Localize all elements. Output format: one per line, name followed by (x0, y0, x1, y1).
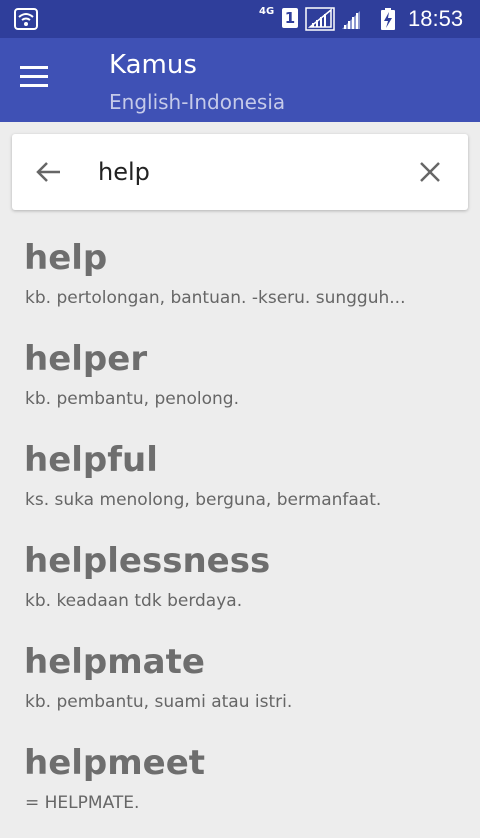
result-word: helpmate (24, 642, 205, 682)
menu-icon[interactable] (20, 66, 52, 94)
result-definition: kb. pertolongan, bantuan. -kseru. sunggu… (25, 288, 406, 308)
result-definition: kb. pembantu, penolong. (25, 389, 240, 409)
result-word: helper (24, 339, 148, 379)
app-title: Kamus (109, 50, 197, 80)
result-item[interactable]: helpmeet = HELPMATE. (0, 737, 480, 838)
search-input[interactable] (98, 152, 398, 192)
result-definition: kb. keadaan tdk berdaya. (25, 591, 243, 611)
result-word: helplessness (24, 541, 271, 581)
wifi-icon (14, 8, 38, 30)
clock: 18:53 (408, 6, 464, 31)
result-definition: ks. suka menolong, berguna, bermanfaat. (25, 490, 382, 510)
arrow-back-icon[interactable] (34, 158, 64, 186)
result-definition: = HELPMATE. (25, 793, 140, 813)
result-word: help (24, 238, 108, 278)
app-subtitle: English-Indonesia (109, 90, 286, 114)
result-word: helpmeet (24, 743, 206, 783)
network-type-label: 4G (259, 6, 275, 17)
result-definition: kb. pembantu, suami atau istri. (25, 692, 293, 712)
signal-icon (342, 11, 360, 29)
app-bar: Kamus English-Indonesia (0, 38, 480, 122)
result-item[interactable]: helper kb. pembantu, penolong. (0, 333, 480, 434)
result-item[interactable]: helplessness kb. keadaan tdk berdaya. (0, 535, 480, 636)
results-list: help kb. pertolongan, bantuan. -kseru. s… (0, 232, 480, 838)
signal-icon (305, 7, 335, 31)
result-item[interactable]: helpful ks. suka menolong, berguna, berm… (0, 434, 480, 535)
result-word: helpful (24, 440, 158, 480)
close-icon[interactable] (416, 158, 444, 186)
result-item[interactable]: helpmate kb. pembantu, suami atau istri. (0, 636, 480, 737)
status-bar: 4G 1 18:53 (0, 0, 480, 38)
search-bar (12, 134, 468, 210)
battery-charging-icon (381, 8, 395, 30)
sim-slot-badge: 1 (282, 8, 298, 28)
result-item[interactable]: help kb. pertolongan, bantuan. -kseru. s… (0, 232, 480, 333)
